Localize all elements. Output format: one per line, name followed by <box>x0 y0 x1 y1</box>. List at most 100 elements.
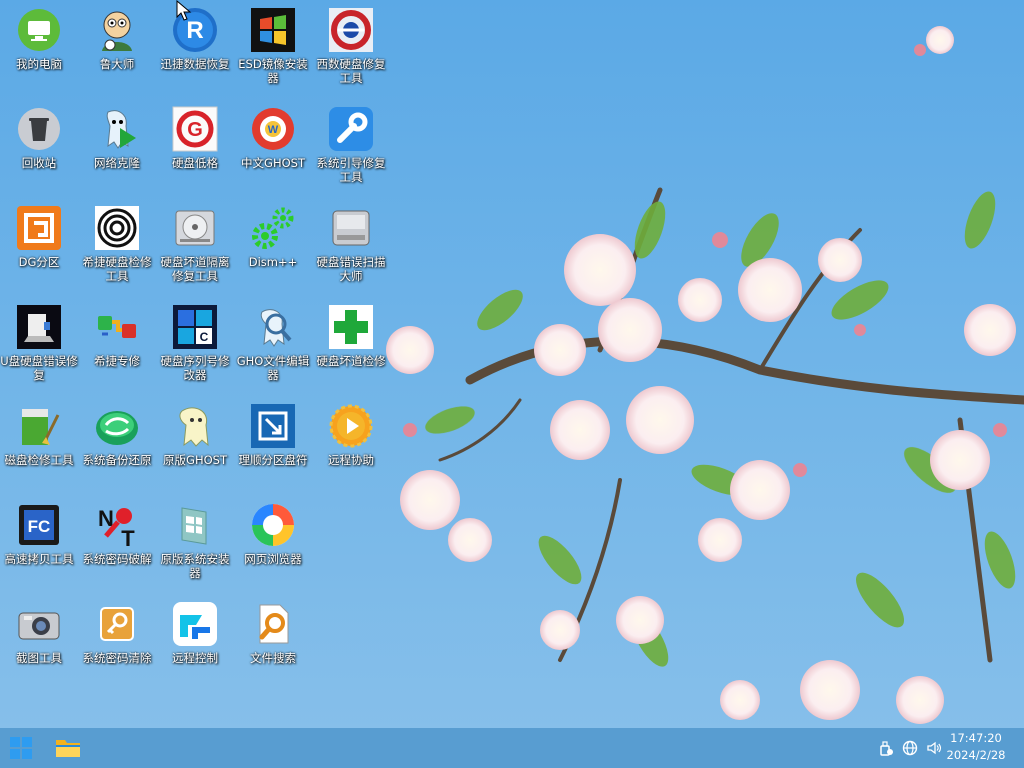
desktop-icon-label: 原版系统安装器 <box>160 552 230 580</box>
desktop-icon-fastcopy[interactable]: FC 高速拷贝工具 <box>0 495 78 591</box>
desktop-icon-label: GHO文件编辑器 <box>236 354 310 382</box>
desktop-icon-password-clear[interactable]: 系统密码清除 <box>78 594 156 690</box>
desktop-icon-label: ESD镜像安装器 <box>238 57 308 85</box>
screenshot-camera-icon <box>15 600 63 648</box>
desktop-icon-data-recovery[interactable]: R 迅捷数据恢复 <box>156 0 234 96</box>
network-globe-icon <box>902 740 918 756</box>
desktop-icon-label: 硬盘坏道检修 <box>316 354 386 368</box>
desktop-icon-win-installer[interactable]: 原版系统安装器 <box>156 495 234 591</box>
disk-serial-icon: C <box>171 303 219 351</box>
desktop-icon-label: 西数硬盘修复工具 <box>316 57 386 85</box>
desktop-icon-remote-control[interactable]: 远程控制 <box>156 594 234 690</box>
start-button[interactable] <box>5 732 37 764</box>
ludashi-icon <box>93 6 141 54</box>
seagate-tool-icon <box>93 204 141 252</box>
desktop-icon-usb-disk-repair[interactable]: U盘硬盘错误修复 <box>0 297 78 393</box>
desktop-icon-seagate-tool[interactable]: 希捷硬盘检修工具 <box>78 198 156 294</box>
desktop-icon-label: 截图工具 <box>16 651 62 665</box>
desktop-icon-ludashi[interactable]: 鲁大师 <box>78 0 156 96</box>
desktop-icon-disk-error-scan[interactable]: 硬盘错误扫描大师 <box>312 198 390 294</box>
desktop-icon-label: U盘硬盘错误修复 <box>0 354 78 382</box>
desktop-icon-label: 系统引导修复工具 <box>316 156 386 184</box>
svg-text:G: G <box>187 119 203 141</box>
desktop-icon-label: 回收站 <box>21 156 57 170</box>
desktop-icon-label: 网络克隆 <box>94 156 140 170</box>
desktop-icon-label: 远程控制 <box>172 651 218 665</box>
desktop-icon-label: 理顺分区盘符 <box>238 453 308 467</box>
computer-icon <box>15 6 63 54</box>
partition-letter-icon <box>249 402 297 450</box>
fastcopy-icon: FC <box>15 501 63 549</box>
ntpwedit-icon: NT <box>93 501 141 549</box>
desktop-icon-label: 原版GHOST <box>163 453 227 467</box>
desktop-icon-bad-sector-check[interactable]: 硬盘坏道检修 <box>312 297 390 393</box>
desktop-icon-recycle-bin[interactable]: 回收站 <box>0 99 78 195</box>
desktop-icon-disk-low-format[interactable]: G 硬盘低格 <box>156 99 234 195</box>
usb-disk-repair-icon <box>15 303 63 351</box>
desktop-icon-grid: 我的电脑 鲁大师 R 迅捷数据恢复 ESD镜像安装器 西数硬盘修复工具 回收站 <box>0 0 400 700</box>
desktop-icon-original-ghost[interactable]: 原版GHOST <box>156 396 234 492</box>
desktop-icon-browser[interactable]: 网页浏览器 <box>234 495 312 591</box>
desktop-icon-label: 硬盘坏道隔离修复工具 <box>160 255 230 283</box>
mouse-cursor-icon <box>176 0 192 21</box>
desktop-icon-my-computer[interactable]: 我的电脑 <box>0 0 78 96</box>
svg-text:FC: FC <box>28 517 51 536</box>
desktop-icon-label: 磁盘检修工具 <box>4 453 74 467</box>
desktop-icon-password-crack[interactable]: NT 系统密码破解 <box>78 495 156 591</box>
desktop-icon-label: 硬盘低格 <box>172 156 218 170</box>
desktop-icon-remote-assist[interactable]: 远程协助 <box>312 396 390 492</box>
desktop-icon-label: DG分区 <box>18 255 60 269</box>
file-explorer-icon <box>56 740 80 757</box>
taskbar: 17:47:20 2024/2/28 <box>0 728 1024 768</box>
desktop-icon-label: 系统密码清除 <box>82 651 152 665</box>
desktop-icon-bad-sector-isolate[interactable]: 硬盘坏道隔离修复工具 <box>156 198 234 294</box>
seagate-repair-icon <box>93 303 141 351</box>
file-explorer-button[interactable] <box>52 732 84 764</box>
desktop-icon-label: 希捷硬盘检修工具 <box>82 255 152 283</box>
svg-text:C: C <box>200 330 209 344</box>
desktop-icon-label: Dism++ <box>248 255 298 269</box>
desktop-icon-disk-check[interactable]: 磁盘检修工具 <box>0 396 78 492</box>
desktop-icon-wd-disk-repair[interactable]: 西数硬盘修复工具 <box>312 0 390 96</box>
desktop-icon-label: 系统备份还原 <box>82 453 152 467</box>
desktop-icon-seagate-repair[interactable]: 希捷专修 <box>78 297 156 393</box>
desktop-icon-backup-restore[interactable]: 系统备份还原 <box>78 396 156 492</box>
desktop-icon-label: 我的电脑 <box>16 57 62 71</box>
tray-network[interactable] <box>900 738 920 758</box>
desktop-icon-label: 鲁大师 <box>99 57 135 71</box>
desktop-icon-label: 高速拷贝工具 <box>4 552 74 566</box>
desktop-icon-boot-repair[interactable]: 系统引导修复工具 <box>312 99 390 195</box>
tray-usb-eject[interactable] <box>876 738 896 758</box>
gho-editor-icon <box>249 303 297 351</box>
desktop-icon-label: 中文GHOST <box>241 156 305 170</box>
svg-text:T: T <box>121 526 135 548</box>
desktop-icon-label: 远程协助 <box>328 453 374 467</box>
bad-sector-check-icon <box>327 303 375 351</box>
desktop-icon-label: 系统密码破解 <box>82 552 152 566</box>
desktop-icon-label: 希捷专修 <box>94 354 140 368</box>
desktop-icon-chinese-ghost[interactable]: W 中文GHOST <box>234 99 312 195</box>
desktop-icon-screenshot[interactable]: 截图工具 <box>0 594 78 690</box>
desktop-icon-label: 文件搜索 <box>250 651 296 665</box>
win-installer-icon <box>171 501 219 549</box>
desktop-icon-esd-installer[interactable]: ESD镜像安装器 <box>234 0 312 96</box>
desktop-icon-dg-partition[interactable]: DG分区 <box>0 198 78 294</box>
network-clone-icon <box>93 105 141 153</box>
password-clear-icon <box>93 600 141 648</box>
chinese-ghost-icon: W <box>249 105 297 153</box>
desktop-icon-dism[interactable]: Dism++ <box>234 198 312 294</box>
desktop-icon-partition-letter[interactable]: 理顺分区盘符 <box>234 396 312 492</box>
desktop-icon-file-search[interactable]: 文件搜索 <box>234 594 312 690</box>
desktop-icon-label: 迅捷数据恢复 <box>160 57 230 71</box>
remote-control-icon <box>171 600 219 648</box>
taskbar-clock[interactable]: 17:47:20 2024/2/28 <box>936 730 1016 764</box>
backup-restore-icon <box>93 402 141 450</box>
desktop-icon-label: 硬盘错误扫描大师 <box>316 255 386 283</box>
desktop-icon-network-clone[interactable]: 网络克隆 <box>78 99 156 195</box>
clock-date: 2024/2/28 <box>946 748 1006 762</box>
disk-check-icon <box>15 402 63 450</box>
desktop-icon-disk-serial[interactable]: C 硬盘序列号修改器 <box>156 297 234 393</box>
desktop-icon-gho-editor[interactable]: GHO文件编辑器 <box>234 297 312 393</box>
usb-eject-icon <box>880 741 893 756</box>
wd-disk-repair-icon <box>327 6 375 54</box>
